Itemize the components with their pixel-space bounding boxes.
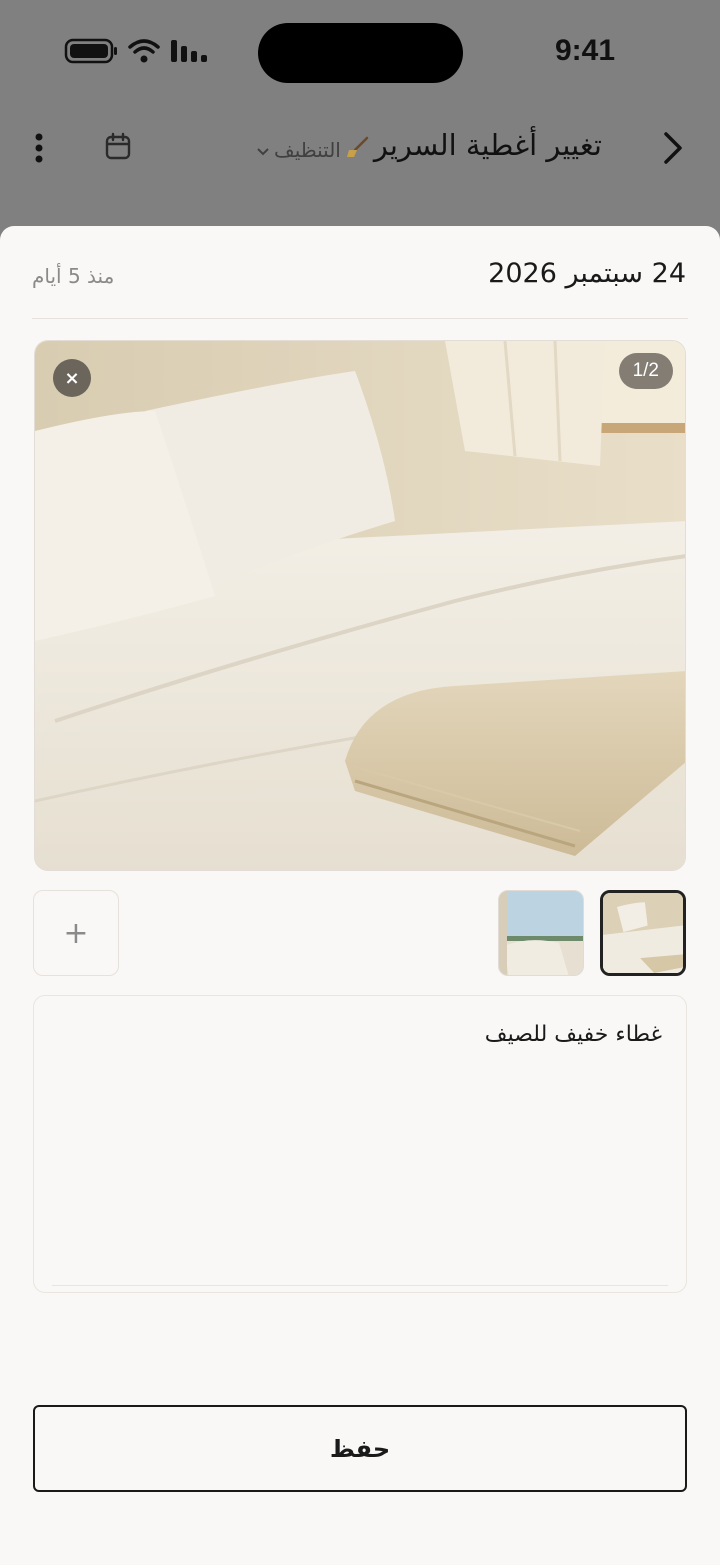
entry-sheet: 24 سبتمبر 2026 منذ 5 أيام × 1/2 + غطاء خ… bbox=[0, 226, 720, 1565]
status-time: 9:41 bbox=[554, 34, 616, 67]
note-text[interactable]: غطاء خفيف للصيف bbox=[485, 1022, 662, 1047]
chevron-down-icon bbox=[256, 138, 270, 162]
battery-icon bbox=[64, 38, 118, 68]
more-vertical-icon bbox=[30, 133, 48, 168]
photo-thumbnail[interactable] bbox=[498, 890, 584, 976]
calendar-icon bbox=[104, 132, 132, 166]
page-title: تغيير أغطية السرير bbox=[373, 128, 602, 162]
more-options-button[interactable] bbox=[30, 132, 48, 164]
bed-photo-image bbox=[35, 341, 685, 870]
header: تغيير أغطية السرير التنظيف bbox=[0, 110, 720, 190]
signal-icon bbox=[170, 38, 210, 68]
save-button[interactable]: حفظ bbox=[33, 1405, 687, 1492]
status-icons bbox=[64, 36, 210, 70]
photo-thumbnail-selected[interactable] bbox=[600, 890, 686, 976]
add-photo-button[interactable]: + bbox=[33, 890, 119, 976]
chevron-right-icon bbox=[662, 131, 684, 169]
bed-thumbnail-image bbox=[603, 893, 683, 973]
balcony-thumbnail-image bbox=[499, 891, 583, 975]
category-selector[interactable]: التنظيف bbox=[256, 136, 369, 163]
photo-counter: 1/2 bbox=[618, 353, 673, 389]
category-label: التنظيف bbox=[274, 137, 341, 162]
remove-photo-button[interactable]: × bbox=[53, 359, 91, 397]
photo-thumbnails: + bbox=[0, 890, 720, 978]
note-underline bbox=[52, 1285, 668, 1286]
status-bar: 9:41 bbox=[0, 0, 720, 105]
calendar-button[interactable] bbox=[104, 132, 132, 162]
divider bbox=[32, 318, 688, 319]
entry-date: 24 سبتمبر 2026 bbox=[488, 258, 686, 289]
back-button[interactable] bbox=[656, 130, 690, 170]
note-textarea[interactable]: غطاء خفيف للصيف bbox=[33, 995, 687, 1293]
wifi-icon bbox=[128, 38, 160, 68]
relative-time: منذ 5 أيام bbox=[32, 264, 115, 288]
main-photo[interactable]: × 1/2 bbox=[34, 340, 686, 871]
dynamic-island bbox=[258, 23, 463, 83]
broom-icon bbox=[345, 136, 369, 163]
